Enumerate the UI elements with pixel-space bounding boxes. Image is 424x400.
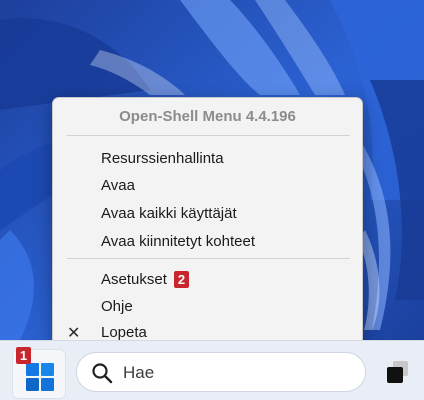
menu-separator xyxy=(67,135,350,136)
menu-item-label: Asetukset xyxy=(101,271,167,288)
callout-badge-1: 1 xyxy=(16,347,31,364)
menu-item-label: Avaa kiinnitetyt kohteet xyxy=(101,233,255,250)
menu-item-label: Ohje xyxy=(101,298,133,315)
search-placeholder: Hae xyxy=(123,363,155,382)
menu-item-resurssienhallinta[interactable]: Resurssienhallinta xyxy=(53,146,362,172)
search-icon xyxy=(92,363,113,384)
menu-item-label: Avaa xyxy=(101,177,135,194)
menu-item-avaa[interactable]: Avaa xyxy=(53,173,362,199)
menu-item-label: Avaa kaikki käyttäjät xyxy=(101,205,237,222)
menu-item-asetukset[interactable]: Asetukset 2 xyxy=(53,267,362,293)
menu-item-label: Resurssienhallinta xyxy=(101,150,224,167)
callout-badge-2: 2 xyxy=(174,271,189,288)
menu-item-avaa-kiinnitetyt-kohteet[interactable]: Avaa kiinnitetyt kohteet xyxy=(53,229,362,255)
menu-item-ohje[interactable]: Ohje xyxy=(53,294,362,320)
menu-item-label: Lopeta xyxy=(101,324,147,341)
context-menu: Open-Shell Menu 4.4.196 Resurssienhallin… xyxy=(52,97,363,346)
menu-title: Open-Shell Menu 4.4.196 xyxy=(119,108,296,125)
taskbar: 1 Hae xyxy=(0,340,424,400)
menu-separator xyxy=(67,258,350,259)
menu-item-avaa-kaikki-kayttajat[interactable]: Avaa kaikki käyttäjät xyxy=(53,201,362,227)
task-view-icon[interactable] xyxy=(385,359,411,385)
windows-logo-icon xyxy=(26,363,54,391)
search-input[interactable]: Hae xyxy=(76,352,366,392)
